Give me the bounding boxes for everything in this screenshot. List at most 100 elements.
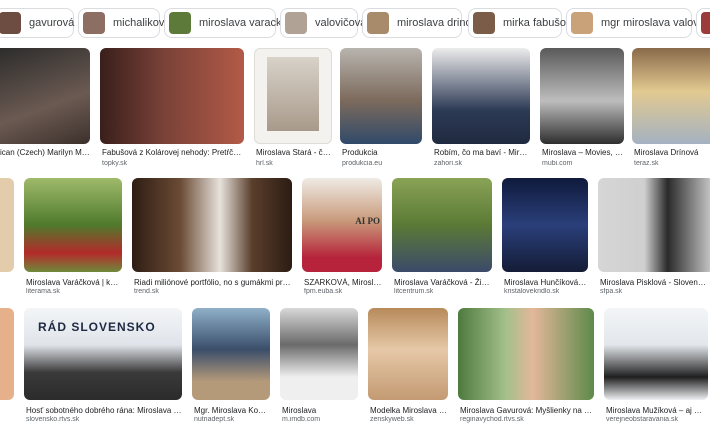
chip-thumbnail <box>0 12 21 34</box>
result-thumbnail <box>604 308 708 400</box>
result-title: Miroslava Pisklová - Slovenská spolo... <box>600 278 708 287</box>
chip-miroslava-varackova[interactable]: miroslava varackova <box>164 8 299 38</box>
chip-gavurova[interactable]: gavurová <box>0 8 74 38</box>
result-source: topky.sk <box>102 160 128 167</box>
result-thumbnail <box>0 308 14 400</box>
result-source: nutriadept.sk <box>194 416 235 423</box>
result-thumbnail <box>632 48 710 144</box>
result-source: zenskyweb.sk <box>370 416 414 423</box>
result-thumbnail <box>368 308 448 400</box>
chip-miroslava-drinova[interactable]: miroslava drinova <box>362 8 483 38</box>
result-title: Robím, čo ma baví - Miroslava... <box>434 148 530 157</box>
result-thumbnail <box>254 48 332 144</box>
result-title: Mgr. Miroslava Konrád... <box>194 406 270 415</box>
banner-text: AI PO <box>355 216 380 226</box>
result-title: Modelka Miroslava Fab... <box>370 406 448 415</box>
result-source: slovensko.rtvs.sk <box>26 416 80 423</box>
image-result[interactable]: Miroslava Varáčková - Životopi... litcen… <box>392 178 494 296</box>
result-title: Riadi miliónové portfólio, no s gumákmi … <box>134 278 292 287</box>
result-title: Produkcia <box>342 148 378 157</box>
result-thumbnail <box>540 48 624 144</box>
result-title: Miroslava <box>282 406 317 415</box>
result-thumbnail <box>340 48 422 144</box>
result-source: trend.sk <box>134 288 159 295</box>
result-source: kristalovekridlo.sk <box>504 288 560 295</box>
result-thumbnail <box>192 308 270 400</box>
image-result[interactable]: Produkcia produkcia.eu <box>340 48 424 174</box>
chip-label: valovičová <box>315 17 367 29</box>
image-result[interactable]: Miroslava Drínová teraz.sk <box>632 48 710 174</box>
result-source: fpm.euba.sk <box>304 288 343 295</box>
chip-label: michaliková <box>113 17 171 29</box>
chip-mgr-miroslava-valovicova[interactable]: mgr miroslava valovicova <box>566 8 710 38</box>
result-source: reginavychod.rtvs.sk <box>460 416 524 423</box>
image-result[interactable]: Miroslava Varáčková | knihku... literama… <box>24 178 124 296</box>
image-result[interactable]: xican (Czech) Marilyn Monro... <box>0 48 92 164</box>
image-result[interactable]: Miroslava Pisklová - Slovenská spolo... … <box>598 178 710 296</box>
image-result[interactable]: Miroslava Stará - člení... hrl.sk <box>254 48 334 174</box>
chip-valovicova[interactable]: valovičová <box>280 8 366 38</box>
image-result[interactable]: Robím, čo ma baví - Miroslava... zahori.… <box>432 48 532 174</box>
result-thumbnail <box>100 48 244 144</box>
chip-michalikova[interactable]: michaliková <box>78 8 170 38</box>
result-thumbnail <box>280 308 358 400</box>
photo-frame <box>267 57 319 131</box>
image-result[interactable] <box>0 308 16 426</box>
result-title: Miroslava Mužíková – aj naš... <box>606 406 706 415</box>
result-thumbnail <box>598 178 710 272</box>
result-source: zahori.sk <box>434 160 463 167</box>
result-title: Miroslava Varáčková - Životopi... <box>394 278 492 287</box>
chip-thumbnail <box>571 12 593 34</box>
result-thumbnail <box>132 178 292 272</box>
result-thumbnail <box>502 178 588 272</box>
result-title: Miroslava – Movies, Bio ... <box>542 148 624 157</box>
chip-thumbnail <box>285 12 307 34</box>
result-source: sfpa.sk <box>600 288 623 295</box>
image-result[interactable]: Riadi miliónové portfólio, no s gumákmi … <box>132 178 294 296</box>
image-result[interactable]: RÁD SLOVENSKO Hosť sobotného dobrého rán… <box>24 308 184 426</box>
result-source: produkcia.eu <box>342 160 383 167</box>
chip-thumbnail <box>367 12 389 34</box>
result-thumbnail: RÁD SLOVENSKO <box>24 308 182 400</box>
image-result[interactable]: Miroslava Hunčíková - Kri... kristalovek… <box>502 178 590 296</box>
image-result[interactable]: Miroslava – Movies, Bio ... mubi.com <box>540 48 626 174</box>
result-thumbnail <box>392 178 492 272</box>
chip-thumbnail <box>701 12 710 34</box>
result-thumbnail <box>432 48 530 144</box>
result-title: Miroslava Gavurová: Myšlienky na dnes - … <box>460 406 594 415</box>
result-title: xican (Czech) Marilyn Monro... <box>0 148 92 157</box>
image-result[interactable]: AI PO SZARKOVÁ, Miroslava, ... fpm.euba.… <box>302 178 384 296</box>
image-result[interactable]: Mgr. Miroslava Konrád... nutriadept.sk <box>192 308 272 426</box>
result-title: Miroslava Drínová <box>634 148 699 157</box>
result-title: Fabušová z Kolárovej nehody: Pretŕča sa … <box>102 148 242 157</box>
banner-text: RÁD SLOVENSKO <box>38 320 156 334</box>
chip-thumbnail <box>83 12 105 34</box>
result-source: literama.sk <box>26 288 60 295</box>
result-source: mubi.com <box>542 160 573 167</box>
result-source: m.imdb.com <box>282 416 321 423</box>
result-thumbnail <box>0 178 14 272</box>
image-result[interactable]: Miroslava Gavurová: Myšlienky na dnes - … <box>458 308 596 426</box>
image-result[interactable]: Miroslava Mužíková – aj naš... verejneob… <box>604 308 710 426</box>
result-thumbnail <box>24 178 122 272</box>
result-thumbnail: AI PO <box>302 178 382 272</box>
result-source: verejneobstaravania.sk <box>606 416 678 423</box>
image-result[interactable]: Miroslava m.imdb.com <box>280 308 360 426</box>
related-search-chips: gavurová michaliková miroslava varackova… <box>0 4 710 38</box>
image-result[interactable]: Fabušová z Kolárovej nehody: Pretŕča sa … <box>100 48 246 174</box>
result-source: litcentrum.sk <box>394 288 434 295</box>
chip-label: mgr miroslava valovicova <box>601 17 710 29</box>
chip-more[interactable] <box>696 8 710 38</box>
chip-mirka-fabusova[interactable]: mirka fabušová <box>468 8 578 38</box>
result-source: hrl.sk <box>256 160 273 167</box>
result-title: Miroslava Stará - člení... <box>256 148 332 157</box>
chip-thumbnail <box>169 12 191 34</box>
result-title: Miroslava Hunčíková - Kri... <box>504 278 588 287</box>
result-thumbnail <box>0 48 90 144</box>
result-source: teraz.sk <box>634 160 659 167</box>
result-title: Miroslava Varáčková | knihku... <box>26 278 122 287</box>
result-thumbnail <box>458 308 594 400</box>
image-result[interactable]: t <box>0 178 16 296</box>
image-result[interactable]: Modelka Miroslava Fab... zenskyweb.sk <box>368 308 450 426</box>
result-title: SZARKOVÁ, Miroslava, ... <box>304 278 382 287</box>
